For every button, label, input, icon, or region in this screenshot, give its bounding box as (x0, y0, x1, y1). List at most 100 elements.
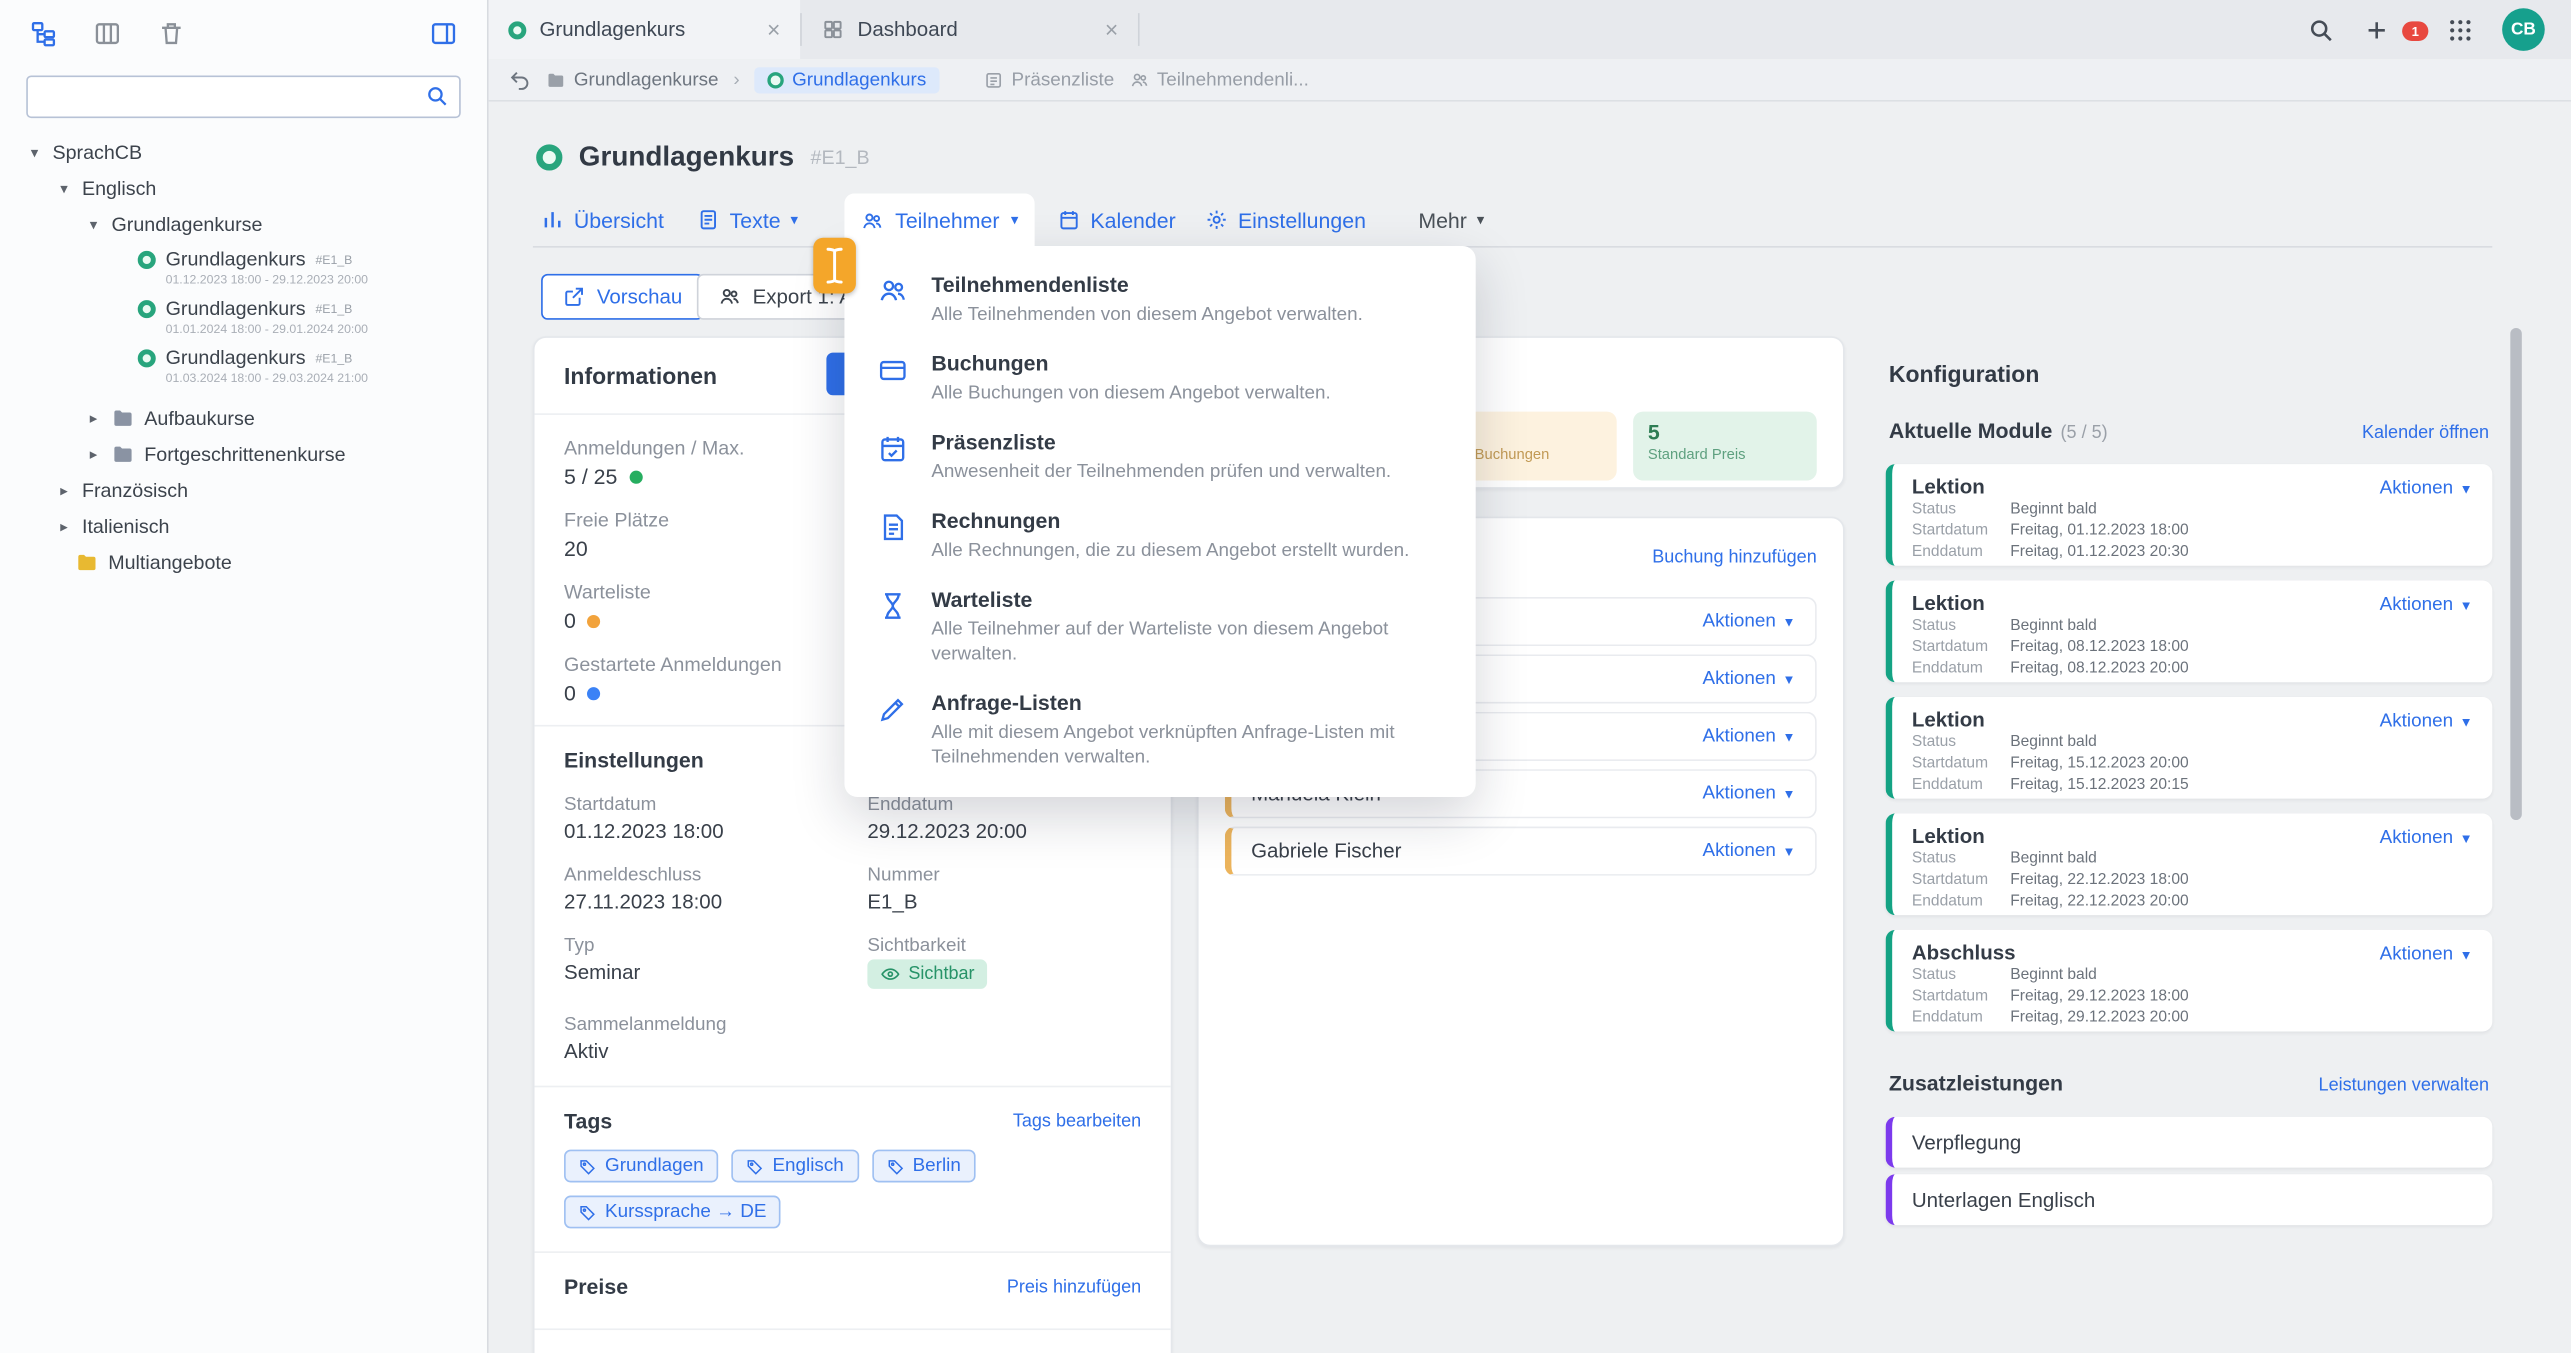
chevron-down-icon[interactable]: ▾ (85, 216, 101, 234)
tag-chip[interactable]: Kurssprache → DE (564, 1196, 781, 1229)
card-title: Informationen (564, 362, 717, 388)
module-actions-dropdown[interactable]: Aktionen▼ (2380, 479, 2473, 499)
edit-tags-link[interactable]: Tags bearbeiten (1013, 1111, 1141, 1131)
preview-button[interactable]: Vorschau (541, 274, 704, 320)
tab-mehr[interactable]: Mehr ▾ (1418, 194, 1484, 246)
module-actions-dropdown[interactable]: Aktionen▼ (2380, 595, 2473, 615)
chevron-right-icon[interactable]: ▸ (56, 481, 72, 499)
apps-grid-icon[interactable] (2446, 16, 2474, 44)
manage-extras-link[interactable]: Leistungen verwalten (2319, 1076, 2489, 1096)
table-view-icon[interactable] (93, 19, 121, 47)
module-card-abschluss[interactable]: Abschluss Aktionen▼ StatusBeginnt bald S… (1886, 930, 2493, 1032)
topbar-actions: 1 CB (2307, 8, 2571, 51)
tab-kalender[interactable]: Kalender (1058, 194, 1176, 246)
module-actions-dropdown[interactable]: Aktionen▼ (2380, 945, 2473, 965)
users-icon (1129, 70, 1149, 90)
row-actions-dropdown[interactable]: Aktionen▼ (1702, 841, 1795, 861)
add-booking-link[interactable]: Buchung hinzufügen (1652, 548, 1816, 568)
tab-teilnehmer[interactable]: Teilnehmer ▾ (844, 194, 1034, 248)
tree-item-fortgeschrittenenkurse[interactable]: ▸ Fortgeschrittenenkurse (0, 436, 487, 472)
page-id-tag: #E1_B (811, 146, 870, 169)
settings-grid: Startdatum 01.12.2023 18:00 Enddatum 29.… (564, 795, 1141, 1062)
folder-icon (75, 551, 98, 574)
chevron-down-icon[interactable]: ▾ (26, 144, 42, 162)
section-title-tags: Tags (564, 1109, 612, 1134)
module-card-lektion-4[interactable]: Lektion Aktionen▼ StatusBeginnt bald Sta… (1886, 813, 2493, 915)
tab-label: Teilnehmer (895, 208, 999, 233)
tree-item-course-2[interactable]: Grundlagenkurs #E1_B 01.01.2024 18:00 - … (0, 292, 487, 341)
chevron-right-icon[interactable]: ▸ (56, 517, 72, 535)
tab-uebersicht[interactable]: Übersicht (541, 194, 664, 246)
add-price-link[interactable]: Preis hinzufügen (1007, 1277, 1141, 1297)
close-tab-icon[interactable]: × (1105, 16, 1118, 42)
module-card-lektion-3[interactable]: Lektion Aktionen▼ StatusBeginnt bald Sta… (1886, 697, 2493, 799)
row-actions-dropdown[interactable]: Aktionen▼ (1702, 727, 1795, 747)
breadcrumb-item-praesenzliste[interactable]: Präsenzliste (984, 70, 1115, 90)
module-card-lektion-2[interactable]: Lektion Aktionen▼ StatusBeginnt bald Sta… (1886, 581, 2493, 683)
tree-item-englisch[interactable]: ▾ Englisch (0, 171, 487, 207)
invoice-icon (877, 512, 908, 543)
menu-item-praesenzliste[interactable]: Präsenzliste Anwesenheit der Teilnehmend… (844, 418, 1475, 497)
search-input[interactable] (26, 75, 461, 118)
screenshot-stage: ▾ SprachCB ▾ Englisch ▾ Grundlagenkurse … (0, 0, 2571, 1353)
window-tab-dashboard[interactable]: Dashboard × (802, 0, 1138, 59)
close-tab-icon[interactable]: × (767, 16, 780, 42)
tree-item-course-1[interactable]: Grundlagenkurs #E1_B 01.12.2023 18:00 - … (0, 243, 487, 292)
search-icon[interactable] (2307, 16, 2335, 44)
tag-chips: Grundlagen Englisch Berlin Kurssprache →… (564, 1150, 1141, 1229)
scrollbar-thumb[interactable] (2510, 328, 2521, 820)
window-tab-grundlagenkurs[interactable]: Grundlagenkurs × (489, 0, 801, 59)
menu-item-rechnungen[interactable]: Rechnungen Alle Rechnungen, die zu diese… (844, 497, 1475, 576)
row-actions-dropdown[interactable]: Aktionen▼ (1702, 669, 1795, 689)
module-actions-dropdown[interactable]: Aktionen▼ (2380, 828, 2473, 848)
row-actions-dropdown[interactable]: Aktionen▼ (1702, 784, 1795, 804)
tree-item-italienisch[interactable]: ▸ Italienisch (0, 508, 487, 544)
tab-label: Übersicht (574, 207, 664, 232)
menu-item-warteliste[interactable]: Warteliste Alle Teilnehmer auf der Warte… (844, 576, 1475, 679)
breadcrumb-item-grundlagenkurs[interactable]: Grundlagenkurs (754, 66, 939, 92)
tree-item-course-3[interactable]: Grundlagenkurs #E1_B 01.03.2024 18:00 - … (0, 341, 487, 390)
tag-chip[interactable]: Englisch (731, 1150, 858, 1183)
tree-item-sprachcb[interactable]: ▾ SprachCB (0, 134, 487, 170)
add-icon[interactable] (2363, 16, 2391, 44)
chevron-down-icon: ▼ (1782, 844, 1795, 859)
tree-view-icon[interactable] (30, 19, 58, 47)
extras-title: Zusatzleistungen (1889, 1071, 2063, 1096)
tree-item-franzoesisch[interactable]: ▸ Französisch (0, 472, 487, 508)
chevron-down-icon[interactable]: ▾ (56, 180, 72, 198)
users-icon (877, 276, 908, 307)
search-icon[interactable] (425, 84, 450, 109)
modules-count: (5 / 5) (2061, 423, 2108, 443)
tree-item-grundlagenkurse[interactable]: ▾ Grundlagenkurse (0, 207, 487, 243)
tree-item-label: Französisch (82, 479, 188, 502)
back-icon[interactable] (508, 68, 531, 91)
tab-texte[interactable]: Texte ▾ (697, 194, 798, 246)
tag-chip[interactable]: Grundlagen (564, 1150, 718, 1183)
chevron-right-icon[interactable]: ▸ (85, 409, 101, 427)
dock-sidebar-icon[interactable] (430, 19, 458, 47)
tab-einstellungen[interactable]: Einstellungen (1205, 194, 1366, 246)
tree-item-label: Grundlagenkurse (111, 213, 262, 236)
menu-item-buchungen[interactable]: Buchungen Alle Buchungen von diesem Ange… (844, 339, 1475, 418)
menu-item-teilnehmendenliste[interactable]: Teilnehmendenliste Alle Teilnehmenden vo… (844, 261, 1475, 340)
breadcrumb-item-grundlagenkurse[interactable]: Grundlagenkurse (546, 70, 719, 90)
trash-icon[interactable] (157, 19, 185, 47)
chevron-down-icon: ▼ (1782, 786, 1795, 801)
tree-item-multiangebote[interactable]: Multiangebote (0, 544, 487, 580)
avatar[interactable]: CB (2502, 8, 2545, 51)
extra-item-unterlagen[interactable]: Unterlagen Englisch (1886, 1174, 2493, 1225)
tree-item-aufbaukurse[interactable]: ▸ Aufbaukurse (0, 400, 487, 436)
menu-item-anfrage-listen[interactable]: Anfrage-Listen Alle mit diesem Angebot v… (844, 679, 1475, 782)
tag-chip[interactable]: Berlin (872, 1150, 976, 1183)
extra-item-verpflegung[interactable]: Verpflegung (1886, 1117, 2493, 1168)
row-actions-dropdown[interactable]: Aktionen▼ (1702, 612, 1795, 632)
module-card-lektion-1[interactable]: Lektion Aktionen▼ StatusBeginnt bald Sta… (1886, 464, 2493, 566)
booking-row[interactable]: Gabriele Fischer Aktionen▼ (1225, 827, 1817, 876)
window-tab-label: Dashboard (858, 18, 958, 41)
chevron-right-icon[interactable]: ▸ (85, 445, 101, 463)
external-link-icon (562, 285, 585, 308)
course-icon (138, 349, 156, 367)
open-calendar-link[interactable]: Kalender öffnen (2362, 423, 2489, 443)
breadcrumb-item-teilnehmendenliste[interactable]: Teilnehmendenli... (1129, 70, 1309, 90)
module-actions-dropdown[interactable]: Aktionen▼ (2380, 712, 2473, 732)
